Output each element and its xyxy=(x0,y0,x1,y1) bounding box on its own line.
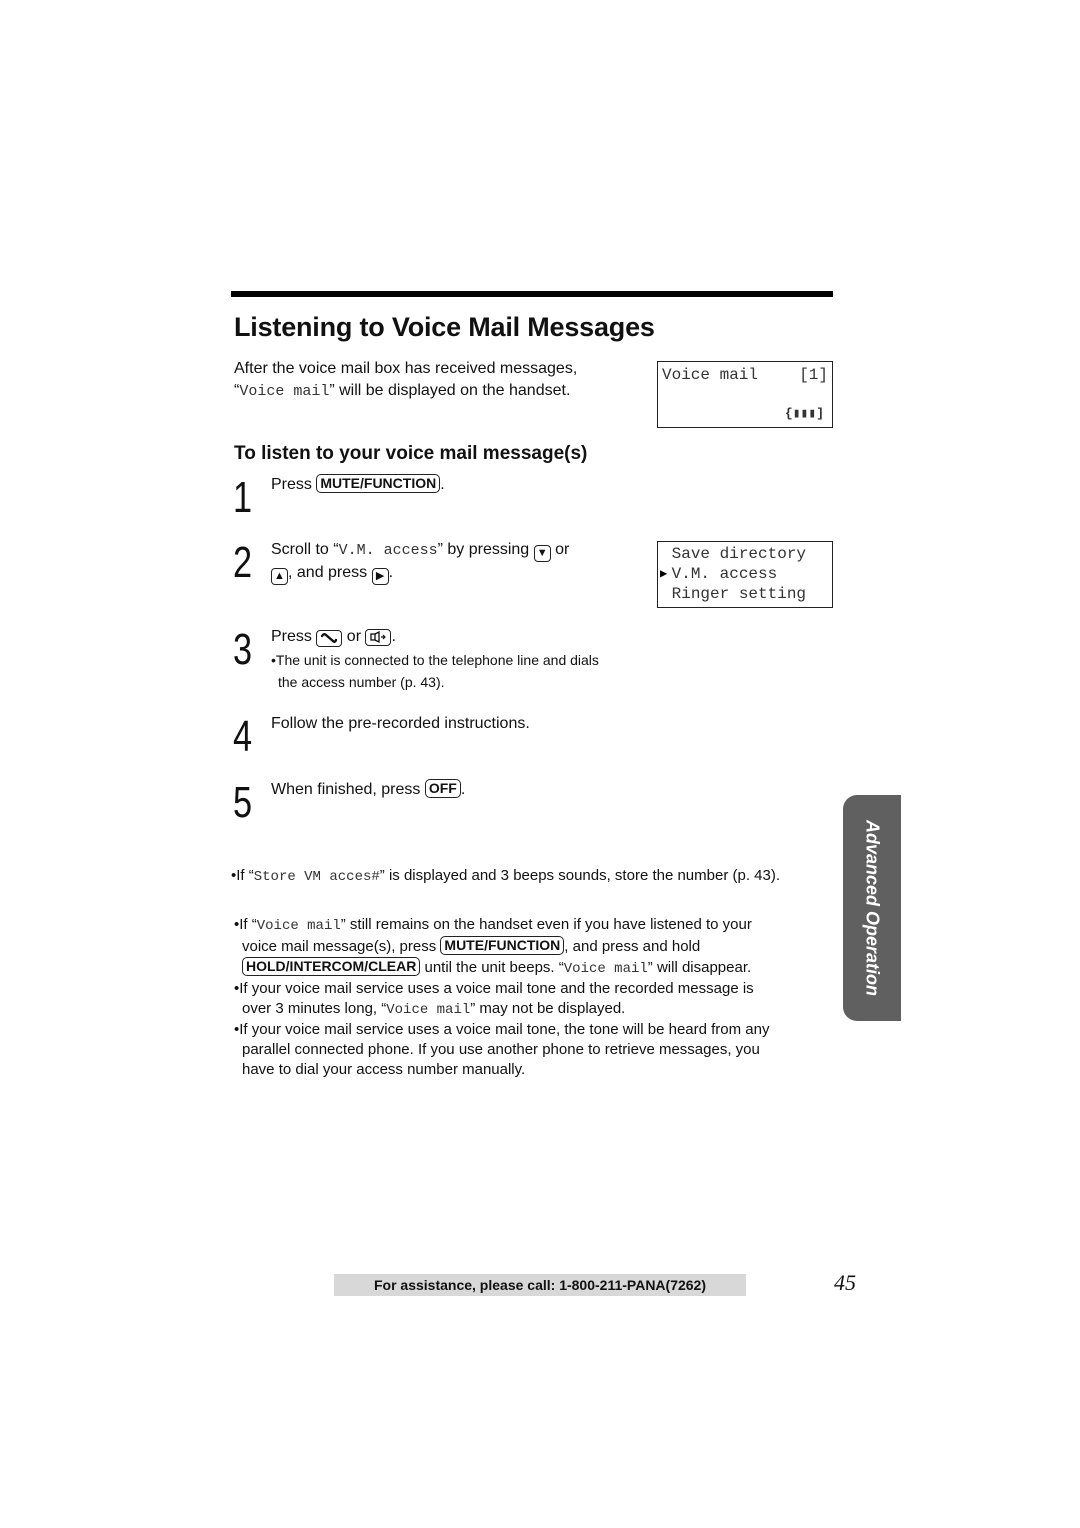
lcd-menu-item-label: Save directory xyxy=(671,545,807,563)
side-tab-label: Advanced Operation xyxy=(862,819,883,997)
note-text: over 3 minutes long, “ xyxy=(242,1000,387,1017)
lcd-label: Voice mail xyxy=(662,366,759,384)
intro-text-end: ” will be displayed on the handset. xyxy=(329,382,571,399)
step-text: Press xyxy=(271,476,317,493)
note-store-vm-access: •If “Store VM acces#” is displayed and 3… xyxy=(231,866,780,887)
mute-function-key: MUTE/FUNCTION xyxy=(316,474,441,493)
lcd-menu-item-selected: ▶ V.M. access xyxy=(660,564,830,584)
intro-text: After the voice mail box has received me… xyxy=(234,360,578,377)
page-title: Listening to Voice Mail Messages xyxy=(234,312,655,342)
lcd-count: [1] xyxy=(799,366,828,384)
talk-handset-key-icon xyxy=(316,629,343,647)
note-tone-parallel-line-1: •If your voice mail service uses a voice… xyxy=(234,1021,770,1038)
lcd-voice-mail-display: Voice mail [1] {▮▮▮] xyxy=(657,361,833,428)
hold-intercom-clear-key: HOLD/INTERCOM/CLEAR xyxy=(242,957,421,976)
note-text: ” will disappear. xyxy=(647,959,752,976)
menu-item-text: V.M. access xyxy=(338,542,438,559)
note-text: , and press and hold xyxy=(564,938,701,955)
step-text: or xyxy=(342,628,366,645)
section-rule xyxy=(231,291,833,297)
step-text: Scroll to “ xyxy=(271,541,339,558)
note-text: ” is displayed and 3 beeps sounds, store… xyxy=(379,867,781,884)
intro-paragraph: After the voice mail box has received me… xyxy=(234,358,654,403)
punct: . xyxy=(391,628,396,645)
note-tone-long-line-1: •If your voice mail service uses a voice… xyxy=(234,980,754,997)
selection-pointer-icon: ▶ xyxy=(660,567,668,581)
off-key: OFF xyxy=(424,779,461,798)
battery-icon: {▮▮▮] xyxy=(784,406,824,421)
section-subtitle: To listen to your voice mail message(s) xyxy=(234,443,588,464)
down-arrow-key-icon: ▼ xyxy=(533,545,551,562)
step-1-text: Press MUTE/FUNCTION. xyxy=(271,474,445,496)
speakerphone-key-icon xyxy=(365,628,392,646)
note-text: •If “ xyxy=(234,916,257,933)
lcd-menu-item-label: V.M. access xyxy=(671,565,778,583)
mute-function-key: MUTE/FUNCTION xyxy=(440,936,565,955)
note-text: ” still remains on the handset even if y… xyxy=(340,916,752,933)
step-text: or xyxy=(550,541,570,558)
note-tone-parallel-line-3: have to dial your access number manually… xyxy=(242,1061,526,1078)
step-number-1: 1 xyxy=(233,473,253,522)
step-text: Press xyxy=(271,628,317,645)
step-2-text: Scroll to “V.M. access” by pressing ▼ or… xyxy=(271,539,569,585)
section-side-tab: Advanced Operation xyxy=(843,795,901,1021)
step-text: When finished, press xyxy=(271,781,425,798)
step-number-5: 5 xyxy=(233,778,253,827)
display-text: Store VM acces# xyxy=(253,869,380,885)
step-3-note-line-1: •The unit is connected to the telephone … xyxy=(271,652,599,668)
note-text: voice mail message(s), press xyxy=(242,938,441,955)
step-number-3: 3 xyxy=(233,625,253,674)
step-4-text: Follow the pre-recorded instructions. xyxy=(271,715,530,732)
assistance-footer: For assistance, please call: 1-800-211-P… xyxy=(334,1274,746,1296)
page-number: 45 xyxy=(834,1270,856,1295)
step-3-note-line-2: the access number (p. 43). xyxy=(278,674,445,690)
display-text: Voice mail xyxy=(239,383,330,400)
right-arrow-key-icon: ▶ xyxy=(371,568,389,585)
note-text: until the unit beeps. “ xyxy=(420,959,564,976)
display-text: Voice mail xyxy=(386,1002,471,1018)
step-number-2: 2 xyxy=(233,538,253,587)
note-text: ” may not be displayed. xyxy=(470,1000,626,1017)
display-text: Voice mail xyxy=(256,918,341,934)
step-3-text: Press or . xyxy=(271,626,396,648)
note-tone-parallel-line-2: parallel connected phone. If you use ano… xyxy=(242,1041,760,1058)
step-5-text: When finished, press OFF. xyxy=(271,779,465,801)
up-arrow-key-icon: ▲ xyxy=(271,568,288,585)
display-text: Voice mail xyxy=(563,961,648,977)
note-text: •If “ xyxy=(231,867,254,884)
note-voice-mail-remains: •If “Voice mail” still remains on the ha… xyxy=(234,915,770,1080)
punct: . xyxy=(460,781,466,798)
step-text: , and press xyxy=(288,564,372,581)
step-number-4: 4 xyxy=(233,712,253,761)
lcd-menu-display: Save directory ▶ V.M. access Ringer sett… xyxy=(657,541,833,608)
punct: . xyxy=(388,564,394,581)
punct: . xyxy=(440,476,445,493)
step-text: ” by pressing xyxy=(437,541,534,558)
lcd-menu-item-label: Ringer setting xyxy=(671,585,807,603)
lcd-menu-item: Ringer setting xyxy=(662,584,830,604)
lcd-menu-item: Save directory xyxy=(662,544,830,564)
